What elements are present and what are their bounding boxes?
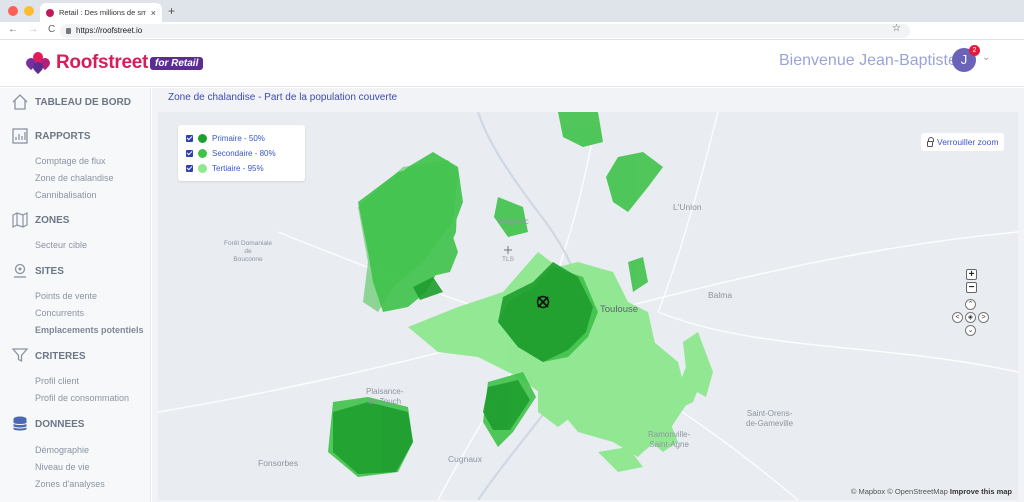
legend-item-primary[interactable]: Primaire - 50% [186,134,265,143]
sidebar-item-dashboard[interactable]: TABLEAU DE BORD [35,97,131,108]
place-label-saint-orens: Saint-Orens-de-Gameville [746,409,794,428]
place-label-lunion: L'Union [673,202,702,212]
forward-button[interactable]: → [28,24,38,35]
sidebar-item-client-profile[interactable]: Profil client [35,376,79,386]
pan-up-button[interactable]: ⌃ [965,299,976,310]
sidebar-section-reports[interactable]: RAPPORTS [35,131,91,142]
airport-icon [504,246,512,254]
favicon-icon [46,8,54,17]
tab-close-icon[interactable]: × [151,8,156,18]
main-content: Zone de chalandise - Part de la populati… [152,88,1024,502]
place-label-ramonville: Ramonville- Saint-Agne [648,430,691,449]
zoom-out-button[interactable]: − [966,282,977,293]
lock-zoom-label: Verrouiller zoom [937,137,999,147]
reload-button[interactable]: C [48,24,55,35]
catchment-map[interactable]: Forêt Domaniale de Bouconne Blagnac TLS L'… [158,112,1018,500]
back-button[interactable]: ← [8,24,18,35]
app-header: Roofstreet for Retail Bienvenue Jean-Bap… [0,40,1024,87]
location-pin-icon [14,263,26,278]
bookmark-star-icon[interactable]: ☆ [892,23,901,34]
browser-toolbar: ← → C https://roofstreet.io ☆ [0,22,1024,40]
pan-center-button[interactable]: ◈ [965,312,976,323]
legend-label: Tertiaire - 95% [212,164,264,173]
brand-logo[interactable]: Roofstreet for Retail [23,49,204,76]
address-bar[interactable]: https://roofstreet.io [60,24,910,38]
legend-item-tertiary[interactable]: Tertiaire - 95% [186,164,264,173]
sidebar-item-potential-locations[interactable]: Emplacements potentiels [35,325,144,335]
brand-badge: for Retail [150,56,204,70]
home-icon [12,94,28,110]
checkbox-checked-icon[interactable] [186,135,193,142]
sidebar-section-zones[interactable]: ZONES [35,215,69,226]
zoom-in-button[interactable]: + [966,269,977,280]
database-icon [13,416,27,431]
lock-icon [66,28,71,34]
legend-swatch [198,134,207,143]
pan-right-button[interactable]: > [978,312,989,323]
brand-name: Roofstreet [56,52,149,73]
place-label-foret: Forêt Domaniale de Bouconne [224,240,273,263]
place-label-balma: Balma [708,290,733,300]
sidebar-section-sites[interactable]: SITES [35,266,64,277]
sidebar-section-criteria[interactable]: CRITERES [35,351,86,362]
sidebar-item-analysis-zones[interactable]: Zones d'analyses [35,479,105,489]
checkbox-checked-icon[interactable] [186,150,193,157]
legend-swatch [198,164,207,173]
sidebar-item-demography[interactable]: Démographie [35,445,89,455]
sidebar: TABLEAU DE BORD RAPPORTS Comptage de flu… [0,88,151,502]
place-label-tls: TLS [502,256,514,263]
legend-label: Secondaire - 80% [212,149,276,158]
legend-label: Primaire - 50% [212,134,265,143]
place-label-fonsorbes: Fonsorbes [258,458,299,468]
pan-down-button[interactable]: ⌄ [965,325,976,336]
url-text: https://roofstreet.io [76,26,143,35]
osm-link[interactable]: © OpenStreetMap [887,487,948,496]
legend-swatch [198,149,207,158]
sidebar-item-consumption-profile[interactable]: Profil de consommation [35,393,129,403]
sidebar-item-flow-count[interactable]: Comptage de flux [35,156,106,166]
report-chart-icon [12,128,28,144]
sidebar-item-living-standard[interactable]: Niveau de vie [35,462,90,472]
browser-tab[interactable]: Retail : Des millions de smartp × [40,3,162,22]
sidebar-section-data[interactable]: DONNEES [35,419,84,430]
mapbox-link[interactable]: © Mapbox [851,487,885,496]
place-label-toulouse: Toulouse [600,304,639,315]
place-label-plaisance: Plaisance-du-Touch [366,387,404,406]
sidebar-item-catchment-area[interactable]: Zone de chalandise [35,173,114,183]
pan-left-button[interactable]: < [952,312,963,323]
welcome-text: Bienvenue Jean-Baptiste [779,52,957,69]
logo-mark-icon [23,49,53,76]
sidebar-item-competitors[interactable]: Concurrents [35,308,84,318]
place-label-cugnaux: Cugnaux [448,454,483,464]
minimize-window-button[interactable] [24,6,34,16]
user-menu-chevron-icon[interactable]: ⌄ [982,52,990,63]
sidebar-item-target-sector[interactable]: Secteur cible [35,240,87,250]
place-label-blagnac: Blagnac [498,216,529,226]
tab-title: Retail : Des millions de smartp [59,8,146,17]
filter-icon [11,348,29,363]
improve-map-link[interactable]: Improve this map [950,487,1012,496]
map-icon [12,212,28,228]
browser-tab-bar: Retail : Des millions de smartp × + [0,0,1024,22]
padlock-icon [927,136,934,147]
lock-zoom-button[interactable]: Verrouiller zoom [921,133,1005,151]
map-attribution: © Mapbox © OpenStreetMap Improve this ma… [851,487,1012,496]
sidebar-item-points-of-sale[interactable]: Points de vente [35,291,97,301]
sidebar-item-cannibalization[interactable]: Cannibalisation [35,190,97,200]
map-legend: Primaire - 50% Secondaire - 80% Tertiair… [178,125,305,181]
legend-item-secondary[interactable]: Secondaire - 80% [186,149,276,158]
page-title: Zone de chalandise - Part de la populati… [168,92,398,103]
new-tab-button[interactable]: + [168,4,175,18]
notification-badge: 2 [969,45,980,56]
close-window-button[interactable] [8,6,18,16]
checkbox-checked-icon[interactable] [186,165,193,172]
